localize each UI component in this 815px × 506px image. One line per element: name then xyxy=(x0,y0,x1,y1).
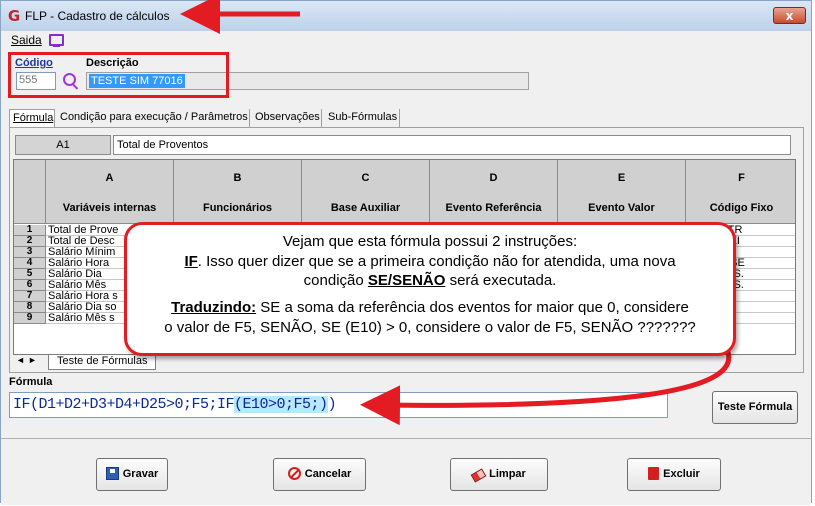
callout-line-3-post: será executada. xyxy=(445,272,557,289)
annotation-callout: Vejam que esta fórmula possui 2 instruçõ… xyxy=(124,222,736,356)
callout-line-3-pre: condição xyxy=(303,272,368,289)
callout-line-5: o valor de F5, SENÃO, SE (E10) > 0, cons… xyxy=(164,319,696,336)
callout-line-1: Vejam que esta fórmula possui 2 instruçõ… xyxy=(282,233,578,250)
callout-se-senao: SE/SENÃO xyxy=(367,272,446,289)
formula-arrow xyxy=(360,351,732,426)
callout-if-keyword: IF xyxy=(184,253,198,270)
callout-line-2: IF. Isso quer dizer que se a primeira co… xyxy=(127,253,733,270)
callout-line-3: condição SE/SENÃO será executada. xyxy=(127,272,733,289)
callout-line-2-text: . Isso quer dizer que se a primeira cond… xyxy=(197,253,676,270)
callout-line-4-text: SE a soma da referência dos eventos for … xyxy=(256,299,689,316)
callout-traduzindo: Traduzindo: xyxy=(171,299,257,316)
callout-line-4: Traduzindo: SE a soma da referência dos … xyxy=(127,299,733,316)
